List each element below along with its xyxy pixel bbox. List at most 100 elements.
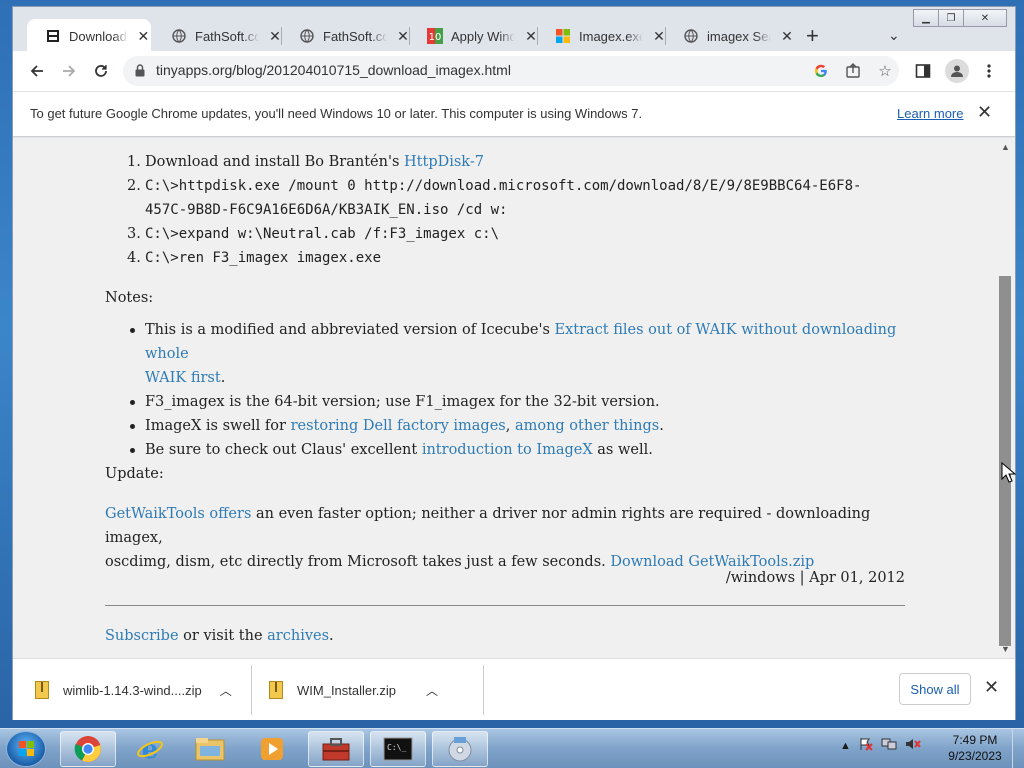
tab-title: Download ju (69, 28, 128, 44)
toolbox-icon (322, 738, 350, 761)
network-icon[interactable] (881, 737, 897, 754)
chevron-up-icon[interactable]: ︿ (220, 682, 232, 699)
profile-avatar-icon[interactable] (945, 59, 969, 83)
step-number: 4. (127, 250, 141, 266)
address-bar[interactable]: tinyapps.org/blog/201204010715_download_… (123, 56, 899, 86)
kebab-menu-icon[interactable] (979, 61, 999, 81)
globe-icon (299, 28, 315, 44)
side-panel-icon[interactable] (913, 61, 933, 81)
subscribe-link[interactable]: Subscribe (105, 628, 179, 644)
explorer-taskbar-button[interactable] (182, 731, 238, 767)
disc-tool-taskbar-button[interactable] (432, 731, 488, 767)
post-meta: /windows | Apr 01, 2012 (725, 570, 905, 586)
new-tab-button[interactable]: + (806, 25, 819, 47)
lock-icon[interactable] (135, 64, 145, 77)
shelf-separator (483, 665, 484, 715)
url-text[interactable]: tinyapps.org/blog/201204010715_download_… (156, 62, 511, 78)
tab-title: FathSoft.com (195, 28, 259, 44)
minimize-button[interactable]: ▁ (913, 9, 939, 27)
action-center-flag-icon[interactable] (859, 737, 873, 754)
note-text: as well. (592, 442, 653, 458)
step-code: C:\>httpdisk.exe /mount 0 http://downloa… (145, 178, 862, 194)
note-text: F3_imagex is the 64-bit version; use F1_… (145, 394, 660, 410)
infobar-close-icon[interactable]: ✕ (977, 102, 992, 123)
start-button[interactable] (6, 731, 46, 767)
chrome-window: Download ju ✕ FathSoft.com ✕ FathSoft.co… (12, 6, 1016, 720)
step-number: 2. (127, 178, 141, 194)
shelf-close-icon[interactable]: ✕ (984, 677, 999, 698)
download-item-wim-installer[interactable]: WIM_Installer.zip ︿ (269, 659, 438, 721)
browser-toolbar: tinyapps.org/blog/201204010715_download_… (13, 51, 1015, 91)
download-item-wimlib[interactable]: wimlib-1.14.3-wind....zip ︿ (35, 659, 232, 721)
getwaiktools-offers-link[interactable]: GetWaikTools offers (105, 506, 251, 522)
download-shelf: wimlib-1.14.3-wind....zip ︿ WIM_Installe… (13, 658, 1015, 720)
extract-waik-link-continued[interactable]: WAIK first (145, 370, 221, 386)
maximize-button[interactable]: ❐ (938, 9, 964, 27)
chevron-up-icon[interactable]: ︿ (426, 682, 438, 699)
volume-muted-icon[interactable] (905, 737, 921, 754)
close-window-button[interactable]: ✕ (963, 9, 1007, 27)
arrow-left-icon (30, 65, 43, 77)
note-text: . (659, 418, 664, 434)
list-item: 2. C:\>httpdisk.exe /mount 0 http://down… (105, 174, 885, 222)
tab-fathsoft-2[interactable]: FathSoft.com ✕ (281, 19, 411, 53)
reload-button[interactable] (89, 59, 113, 83)
download-filename[interactable]: WIM_Installer.zip (297, 683, 396, 698)
svg-text:C:\_: C:\_ (387, 743, 406, 752)
list-item: ImageX is swell for restoring Dell facto… (105, 414, 905, 438)
tab-close-icon[interactable]: ✕ (136, 28, 151, 45)
introduction-imagex-link[interactable]: introduction to ImageX (422, 442, 593, 458)
archives-link[interactable]: archives (267, 628, 329, 644)
forward-button[interactable] (57, 59, 81, 83)
reload-icon (95, 65, 107, 77)
vertical-scrollbar[interactable]: ▲ ▼ (997, 138, 1015, 658)
download-filename[interactable]: wimlib-1.14.3-wind....zip (63, 683, 202, 698)
scroll-up-arrow-icon[interactable]: ▲ (1001, 142, 1010, 152)
share-icon[interactable] (843, 61, 863, 81)
chrome-taskbar-button[interactable] (60, 731, 116, 767)
httpdisk-link[interactable]: HttpDisk-7 (404, 154, 484, 170)
tab-download-imagex[interactable]: Download ju ✕ (27, 19, 151, 53)
note-text: Be sure to check out Claus' excellent (145, 442, 422, 458)
back-button[interactable] (25, 59, 49, 83)
chrome-icon (74, 736, 101, 762)
learn-more-link[interactable]: Learn more (897, 106, 963, 121)
note-text: , (505, 418, 515, 434)
tab-close-icon[interactable]: ✕ (779, 28, 795, 45)
toolbox-taskbar-button[interactable] (308, 731, 364, 767)
tab-imagex-search[interactable]: imagex Sear ✕ (665, 19, 795, 53)
subscribe-text: or visit the (178, 628, 268, 644)
tab-title: imagex Sear (707, 28, 771, 44)
page-icon (45, 28, 61, 44)
tab-search-chevron-down-icon[interactable]: ⌄ (888, 27, 900, 44)
tab-title: FathSoft.com (323, 28, 387, 44)
divider (105, 605, 905, 606)
svg-text:10: 10 (429, 32, 442, 43)
show-desktop-button[interactable] (1012, 729, 1024, 768)
arrow-right-icon (63, 65, 76, 77)
scrollbar-thumb[interactable] (999, 276, 1011, 646)
taskbar-clock[interactable]: 7:49 PM 9/23/2023 (940, 732, 1010, 764)
mouse-cursor-icon (1001, 462, 1017, 483)
update-paragraph: GetWaikTools offers an even faster optio… (105, 502, 905, 574)
tab-apply-windows[interactable]: 10 Apply Windo ✕ (409, 19, 539, 53)
cmd-taskbar-button[interactable]: C:\_ (370, 731, 426, 767)
bookmark-star-icon[interactable]: ☆ (875, 61, 895, 81)
tab-fathsoft-1[interactable]: FathSoft.com ✕ (153, 19, 283, 53)
scroll-down-arrow-icon[interactable]: ▼ (1001, 644, 1010, 654)
command-prompt-icon: C:\_ (383, 737, 413, 761)
globe-icon (171, 28, 187, 44)
show-all-button[interactable]: Show all (899, 673, 971, 705)
notes-heading: Notes: (105, 290, 154, 306)
ie-taskbar-button[interactable]: e (122, 731, 178, 767)
media-player-taskbar-button[interactable] (244, 731, 300, 767)
tab-title: Apply Windo (451, 28, 515, 44)
tab-imagex-exe[interactable]: Imagex.exe ✕ (537, 19, 667, 53)
among-other-things-link[interactable]: among other things (515, 418, 659, 434)
window-controls: ▁ ❐ ✕ (913, 9, 1007, 27)
microsoft-logo-icon (555, 28, 571, 44)
google-icon[interactable] (811, 61, 831, 81)
tray-expand-icon[interactable]: ▲ (840, 740, 851, 752)
list-item: 1. Download and install Bo Brantén's Htt… (105, 150, 885, 174)
restoring-dell-link[interactable]: restoring Dell factory images (291, 418, 506, 434)
